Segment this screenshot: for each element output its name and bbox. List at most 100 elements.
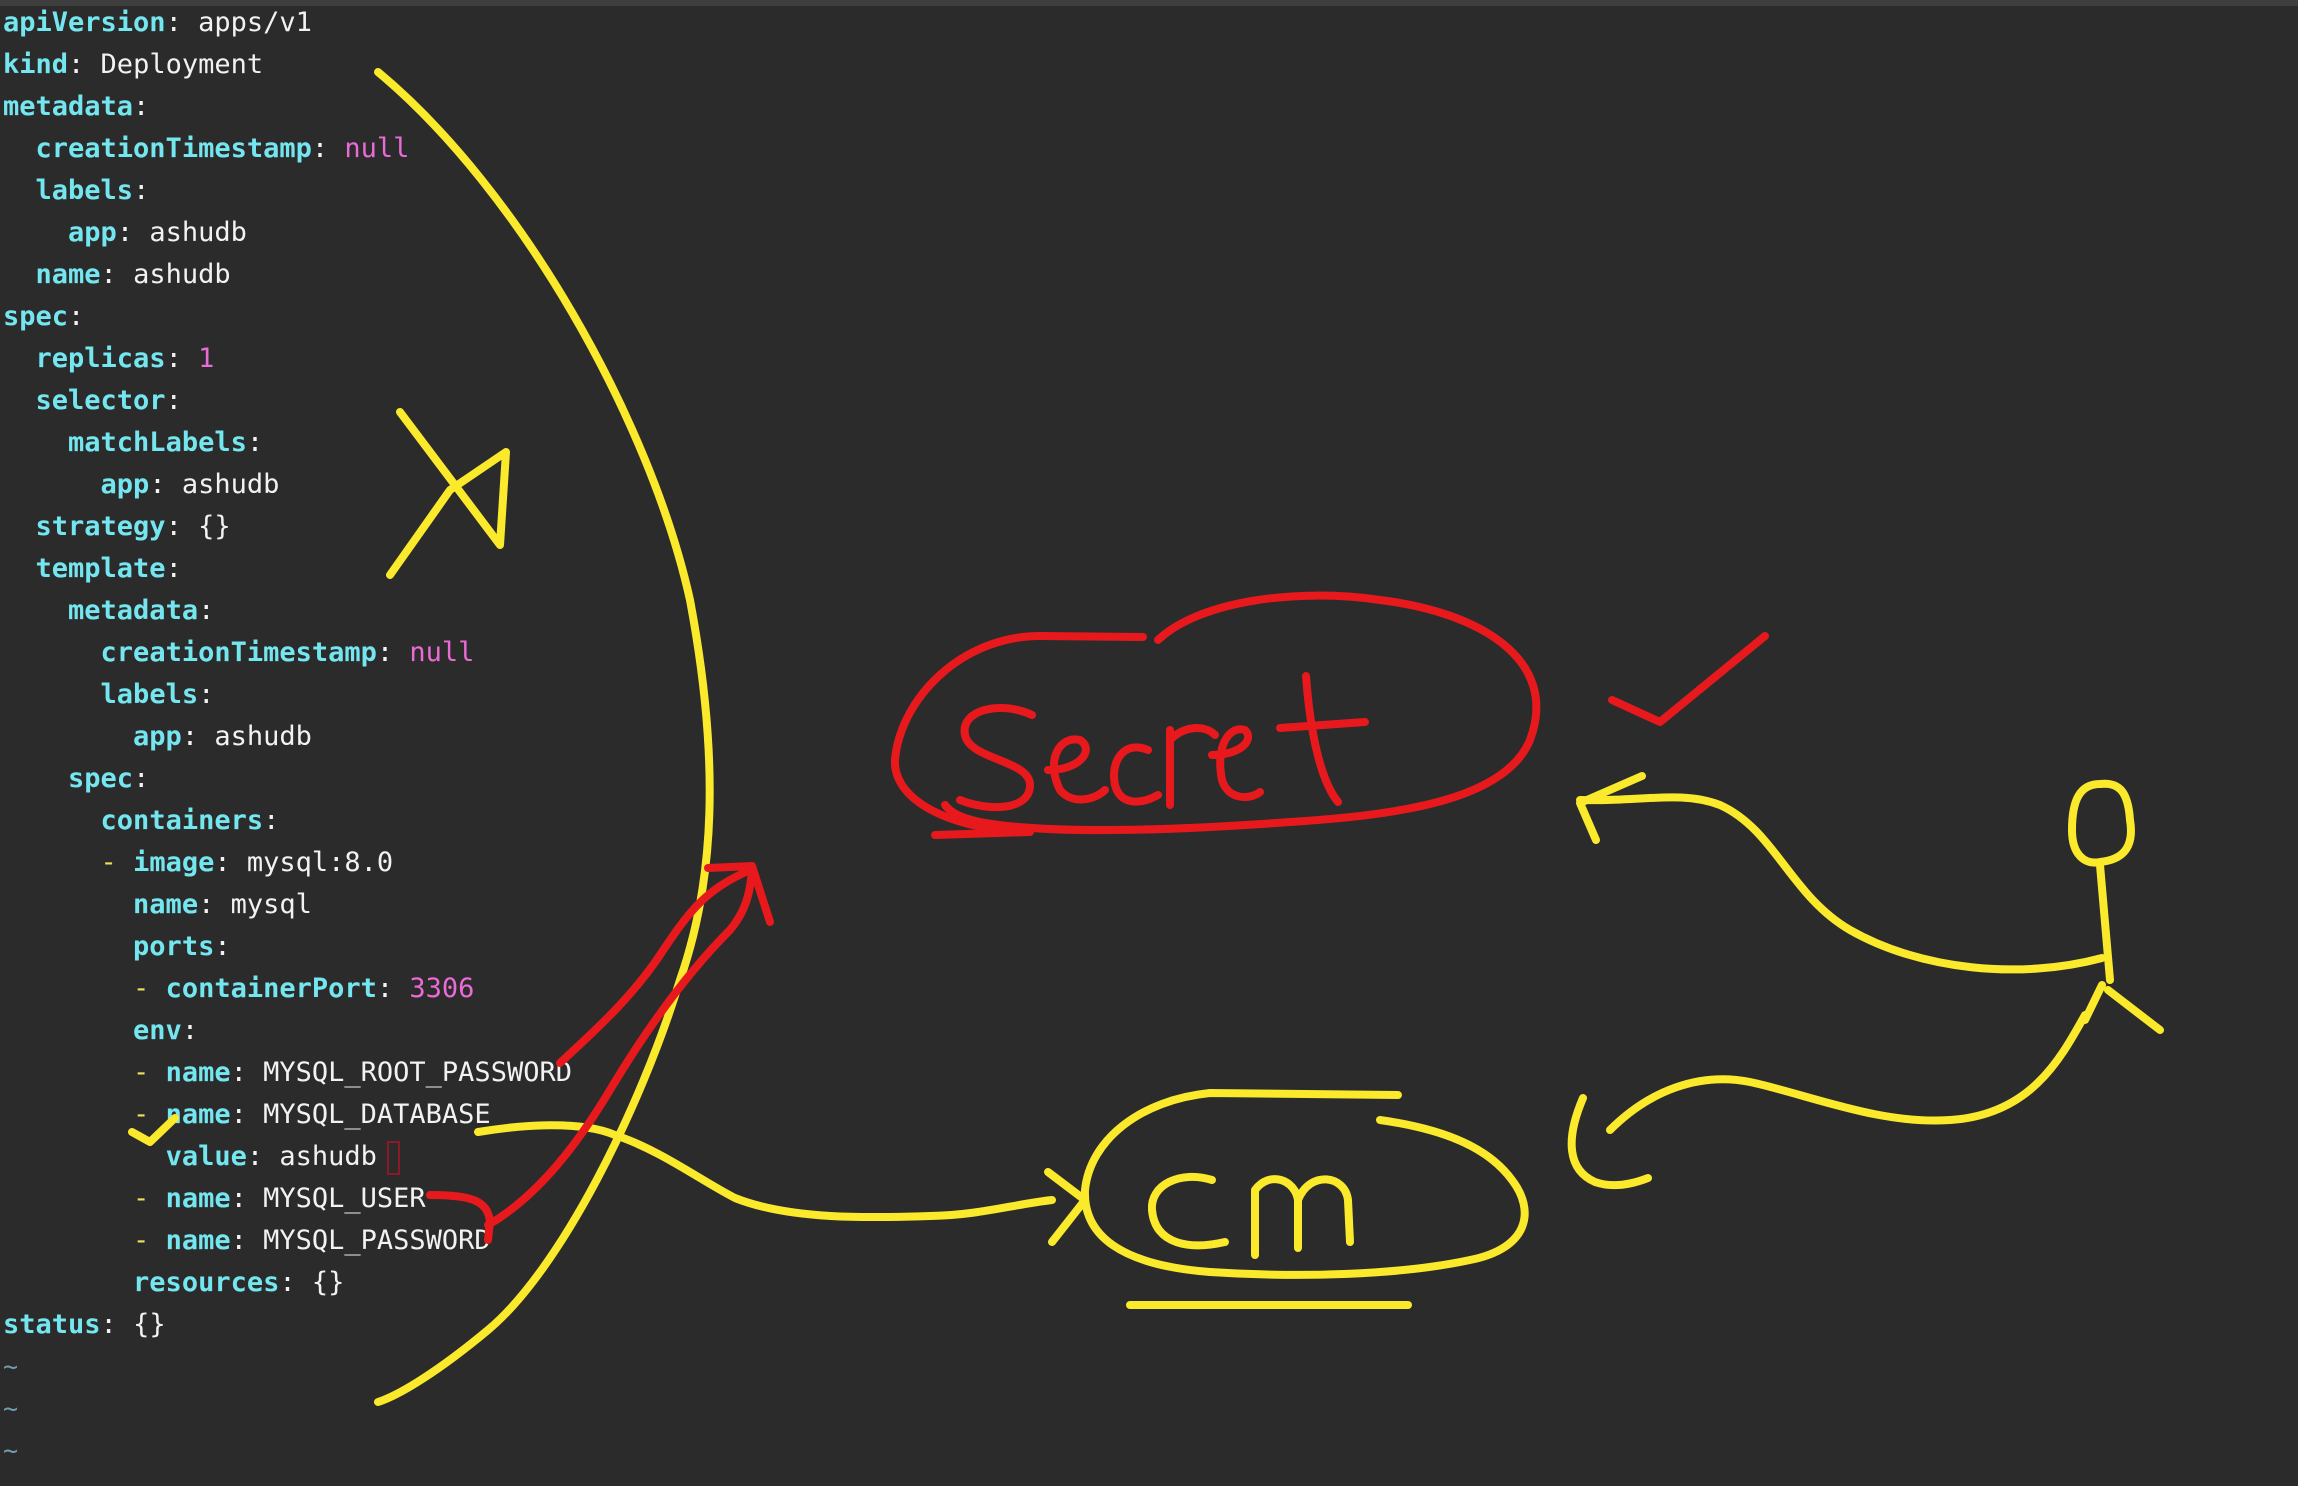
yaml-line[interactable]: - name: MYSQL_ROOT_PASSWORD bbox=[3, 1052, 2293, 1094]
code-lines: apiVersion: apps/v1 kind: Deployment metad… bbox=[3, 2, 2293, 1346]
yaml-colon: : bbox=[165, 7, 182, 38]
yaml-line[interactable]: name: mysql bbox=[3, 884, 2293, 926]
yaml-value: MYSQL_PASSWORD bbox=[246, 1225, 491, 1256]
yaml-line[interactable]: - name: MYSQL_PASSWORD bbox=[3, 1220, 2293, 1262]
yaml-key: apiVersion bbox=[3, 7, 166, 38]
yaml-key: name bbox=[165, 1225, 231, 1256]
yaml-colon: : bbox=[198, 889, 215, 920]
yaml-line[interactable]: app: ashudb bbox=[3, 464, 2293, 506]
yaml-line[interactable]: creationTimestamp: null bbox=[3, 128, 2293, 170]
yaml-line[interactable]: - name: MYSQL_DATABASE bbox=[3, 1094, 2293, 1136]
empty-line-tilde: ~ bbox=[3, 1352, 19, 1381]
yaml-line[interactable]: template: bbox=[3, 548, 2293, 590]
yaml-colon: : bbox=[100, 1309, 117, 1340]
yaml-colon: : bbox=[68, 49, 85, 80]
yaml-line[interactable]: ports: bbox=[3, 926, 2293, 968]
yaml-line[interactable]: containers: bbox=[3, 800, 2293, 842]
yaml-line[interactable]: name: ashudb bbox=[3, 254, 2293, 296]
yaml-value: {} bbox=[181, 511, 231, 542]
yaml-value: mysql:8.0 bbox=[230, 847, 394, 878]
yaml-line[interactable]: app: ashudb bbox=[3, 716, 2293, 758]
yaml-colon: : bbox=[279, 1267, 296, 1298]
yaml-key: containers bbox=[100, 805, 264, 836]
yaml-key: name bbox=[165, 1183, 231, 1214]
yaml-key: name bbox=[35, 259, 101, 290]
yaml-line[interactable]: status: {} bbox=[3, 1304, 2293, 1346]
yaml-line[interactable]: labels: bbox=[3, 170, 2293, 212]
yaml-line[interactable]: labels: bbox=[3, 674, 2293, 716]
yaml-key: app bbox=[100, 469, 150, 500]
yaml-colon: : bbox=[165, 511, 182, 542]
yaml-line[interactable]: apiVersion: apps/v1 bbox=[3, 2, 2293, 44]
yaml-colon: : bbox=[165, 553, 182, 584]
yaml-colon: : bbox=[116, 217, 134, 248]
yaml-key: name bbox=[165, 1099, 231, 1130]
yaml-line[interactable]: kind: Deployment bbox=[3, 44, 2293, 86]
yaml-key: image bbox=[133, 847, 215, 878]
yaml-key: spec bbox=[3, 301, 69, 332]
yaml-key: labels bbox=[35, 175, 134, 206]
yaml-colon: : bbox=[311, 133, 329, 164]
yaml-colon: : bbox=[246, 1141, 264, 1172]
yaml-value: MYSQL_USER bbox=[246, 1183, 426, 1214]
yaml-value: ashudb bbox=[165, 469, 280, 500]
list-dash: - bbox=[133, 1099, 166, 1130]
yaml-key: spec bbox=[68, 763, 134, 794]
yaml-line[interactable]: value: ashudb bbox=[3, 1136, 2293, 1178]
yaml-line[interactable]: app: ashudb bbox=[3, 212, 2293, 254]
yaml-value: ashudb bbox=[198, 721, 312, 752]
yaml-value: null bbox=[393, 637, 475, 668]
yaml-line[interactable]: strategy: {} bbox=[3, 506, 2293, 548]
yaml-colon: : bbox=[133, 175, 150, 206]
yaml-key: containerPort bbox=[165, 973, 377, 1004]
yaml-key: creationTimestamp bbox=[100, 637, 377, 668]
yaml-line[interactable]: spec: bbox=[3, 296, 2293, 338]
yaml-line[interactable]: spec: bbox=[3, 758, 2293, 800]
yaml-colon: : bbox=[198, 595, 215, 626]
yaml-line[interactable]: - containerPort: 3306 bbox=[3, 968, 2293, 1010]
yaml-key: name bbox=[133, 889, 199, 920]
yaml-colon: : bbox=[263, 805, 280, 836]
yaml-line[interactable]: creationTimestamp: null bbox=[3, 632, 2293, 674]
yaml-colon: : bbox=[214, 931, 231, 962]
yaml-line[interactable]: replicas: 1 bbox=[3, 338, 2293, 380]
yaml-key: resources bbox=[133, 1267, 280, 1298]
yaml-line[interactable]: env: bbox=[3, 1010, 2293, 1052]
empty-line-tilde: ~ bbox=[3, 1394, 19, 1423]
yaml-colon: : bbox=[230, 1057, 247, 1088]
yaml-value: MYSQL_ROOT_PASSWORD bbox=[246, 1057, 572, 1088]
list-dash: - bbox=[133, 1057, 166, 1088]
empty-buffer-lines: ~ ~ ~ bbox=[3, 1346, 2293, 1472]
yaml-colon: : bbox=[376, 973, 394, 1004]
yaml-line[interactable]: - image: mysql:8.0 bbox=[3, 842, 2293, 884]
yaml-colon: : bbox=[133, 91, 150, 122]
yaml-line[interactable]: matchLabels: bbox=[3, 422, 2293, 464]
yaml-key: value bbox=[165, 1141, 247, 1172]
yaml-value: mysql bbox=[214, 889, 312, 920]
yaml-colon: : bbox=[214, 847, 231, 878]
yaml-key: creationTimestamp bbox=[35, 133, 312, 164]
yaml-key: matchLabels bbox=[68, 427, 247, 458]
yaml-editor[interactable]: apiVersion: apps/v1 kind: Deployment metad… bbox=[3, 2, 2293, 1482]
empty-line-tilde: ~ bbox=[3, 1436, 19, 1465]
yaml-line[interactable]: selector: bbox=[3, 380, 2293, 422]
yaml-line[interactable]: metadata: bbox=[3, 590, 2293, 632]
yaml-colon: : bbox=[230, 1183, 247, 1214]
yaml-line[interactable]: metadata: bbox=[3, 86, 2293, 128]
list-dash: - bbox=[133, 973, 166, 1004]
yaml-line[interactable]: - name: MYSQL_USER bbox=[3, 1178, 2293, 1220]
yaml-line[interactable]: resources: {} bbox=[3, 1262, 2293, 1304]
